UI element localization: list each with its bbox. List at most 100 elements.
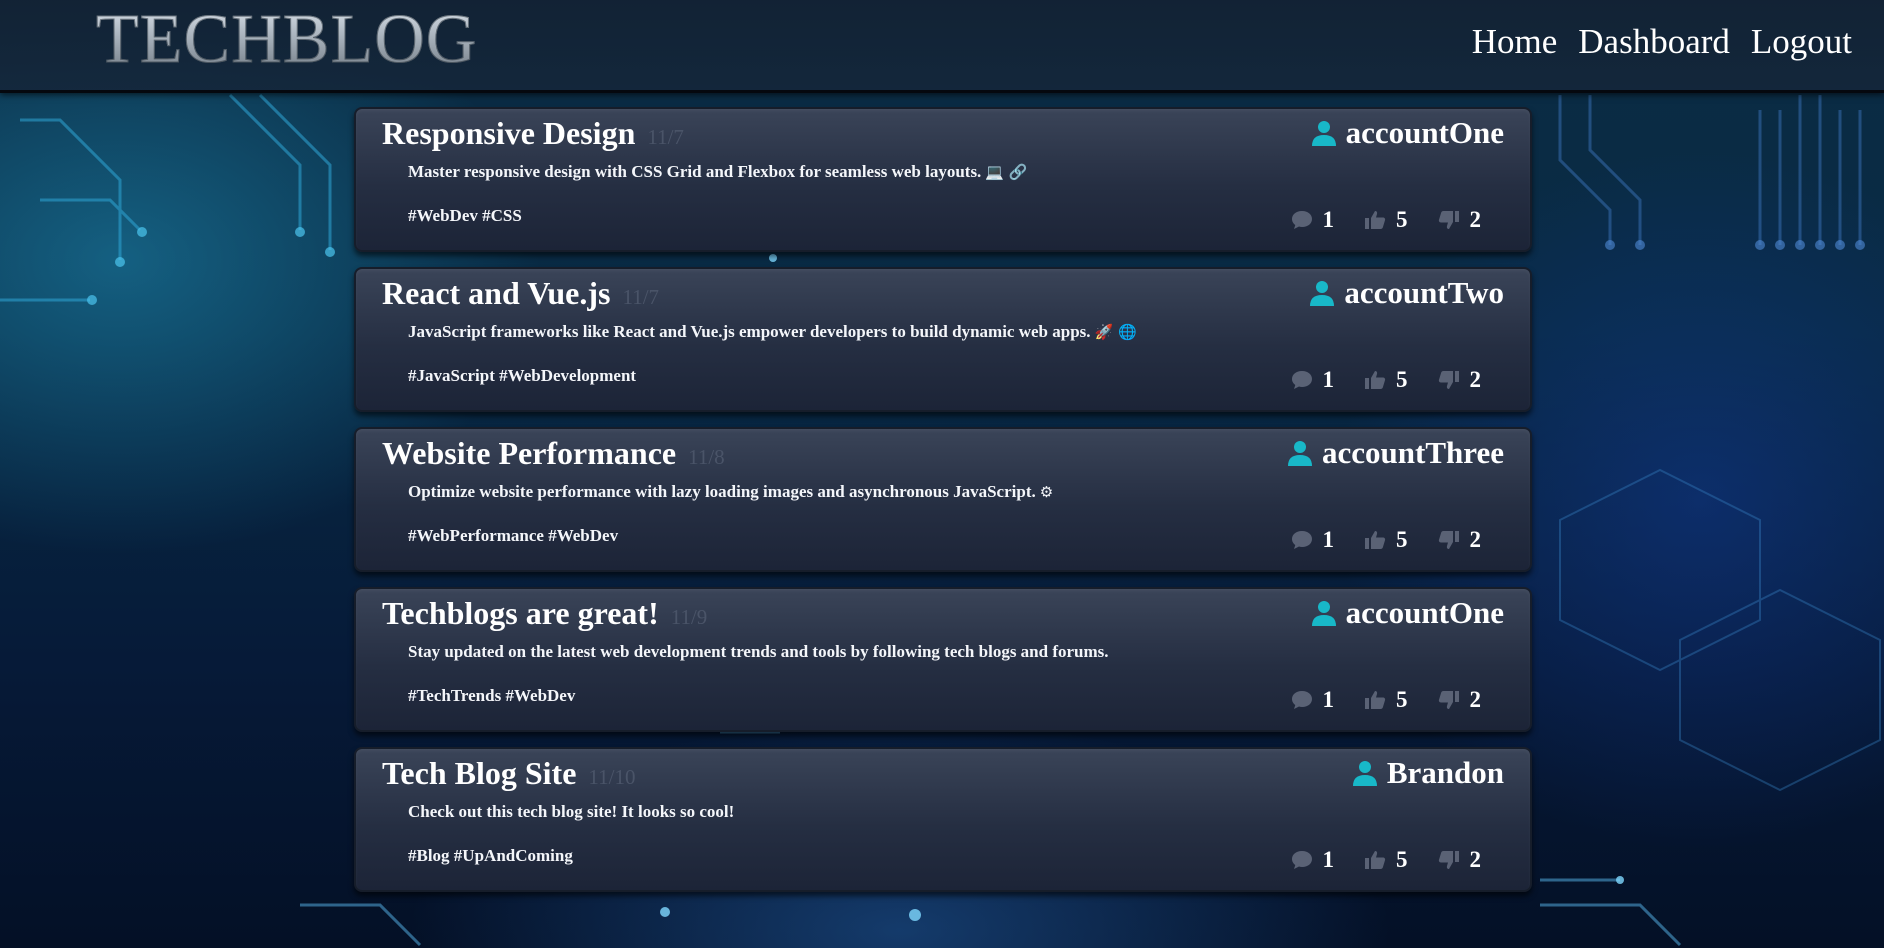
thumbs-down-icon [1438, 211, 1459, 229]
site-header: TECHBLOG Home Dashboard Logout [0, 0, 1884, 93]
nav-dashboard-link[interactable]: Dashboard [1578, 22, 1730, 62]
post-title[interactable]: Website Performance 11/8 [382, 433, 725, 477]
post-tags: #WebDev #CSS [408, 206, 522, 225]
thumbs-up-icon [1365, 371, 1386, 389]
post-card[interactable]: Tech Blog Site 11/10 Brandon Check out th… [354, 747, 1532, 892]
dislike-count: 2 [1469, 527, 1482, 552]
user-icon [1311, 601, 1336, 626]
like-count: 5 [1396, 207, 1408, 232]
thumbs-up-icon [1365, 531, 1386, 549]
post-body: Master responsive design with CSS Grid a… [408, 161, 1027, 183]
post-tags: #TechTrends #WebDev [408, 686, 576, 705]
like-stat[interactable]: 5 [1364, 687, 1408, 713]
like-stat[interactable]: 5 [1364, 207, 1408, 233]
post-stats: 1 5 2 [1291, 527, 1482, 553]
post-title[interactable]: Responsive Design 11/7 [382, 113, 684, 157]
post-title-text[interactable]: Responsive Design [382, 115, 635, 151]
post-title[interactable]: Tech Blog Site 11/10 [382, 753, 635, 797]
comment-count: 1 [1322, 527, 1335, 552]
post-author[interactable]: accountTwo [1310, 273, 1504, 313]
post-body-text: Optimize website performance with lazy l… [408, 482, 1036, 501]
like-stat[interactable]: 5 [1364, 527, 1408, 553]
post-author-name: accountOne [1345, 115, 1504, 150]
dislike-count: 2 [1469, 847, 1482, 872]
nav-logout-link[interactable]: Logout [1751, 22, 1852, 62]
post-body-text: Stay updated on the latest web developme… [408, 642, 1109, 661]
post-tags: #Blog #UpAndComing [408, 846, 573, 865]
like-stat[interactable]: 5 [1364, 847, 1408, 873]
thumbs-up-icon [1365, 211, 1386, 229]
post-body-emoji: ⚙ [1039, 483, 1054, 501]
dislike-stat[interactable]: 2 [1438, 367, 1482, 393]
nav-home-link[interactable]: Home [1472, 22, 1558, 62]
dislike-count: 2 [1469, 687, 1482, 712]
dislike-stat[interactable]: 2 [1438, 207, 1482, 233]
post-author-name: accountOne [1345, 595, 1504, 630]
post-date: 11/9 [670, 605, 708, 629]
like-count: 5 [1396, 687, 1408, 712]
dislike-count: 2 [1469, 367, 1482, 392]
comment-icon [1291, 531, 1312, 549]
post-body: JavaScript frameworks like React and Vue… [408, 321, 1137, 343]
comment-stat[interactable]: 1 [1291, 367, 1335, 393]
post-body-emoji: 💻 🔗 [985, 163, 1028, 181]
post-tags: #WebPerformance #WebDev [408, 526, 619, 545]
post-card[interactable]: Techblogs are great! 11/9 accountOne Stay… [354, 587, 1532, 732]
post-body-text: Master responsive design with CSS Grid a… [408, 162, 982, 181]
post-title[interactable]: React and Vue.js 11/7 [382, 273, 659, 317]
post-stats: 1 5 2 [1291, 847, 1482, 873]
site-logo[interactable]: TECHBLOG [95, 1, 477, 78]
comment-count: 1 [1322, 687, 1335, 712]
post-stats: 1 5 2 [1291, 367, 1482, 393]
comment-count: 1 [1322, 367, 1335, 392]
comment-stat[interactable]: 1 [1291, 207, 1335, 233]
like-count: 5 [1396, 367, 1408, 392]
post-title-text[interactable]: Tech Blog Site [382, 755, 576, 791]
user-icon [1288, 441, 1313, 466]
post-author-name: accountTwo [1344, 275, 1504, 310]
post-date: 11/10 [588, 765, 636, 789]
post-card[interactable]: Website Performance 11/8 accountThree Opt… [354, 427, 1532, 572]
thumbs-down-icon [1438, 691, 1459, 709]
comment-icon [1291, 851, 1312, 869]
dislike-stat[interactable]: 2 [1438, 527, 1482, 553]
post-card[interactable]: React and Vue.js 11/7 accountTwo JavaScri… [354, 267, 1532, 412]
post-author[interactable]: accountThree [1288, 433, 1504, 473]
dislike-stat[interactable]: 2 [1438, 847, 1482, 873]
post-body: Stay updated on the latest web developme… [408, 641, 1113, 663]
post-author[interactable]: Brandon [1352, 753, 1504, 793]
comment-icon [1291, 371, 1312, 389]
thumbs-down-icon [1438, 851, 1459, 869]
post-list: Responsive Design 11/7 accountOne Master … [354, 107, 1532, 907]
post-date: 11/7 [622, 285, 660, 309]
post-stats: 1 5 2 [1291, 687, 1482, 713]
comment-stat[interactable]: 1 [1291, 847, 1334, 873]
comment-icon [1291, 211, 1312, 229]
comment-stat[interactable]: 1 [1291, 527, 1335, 553]
post-body-text: Check out this tech blog site! It looks … [408, 802, 735, 821]
post-title[interactable]: Techblogs are great! 11/9 [382, 593, 707, 637]
dislike-count: 2 [1469, 207, 1482, 232]
post-date: 11/7 [647, 125, 684, 149]
post-title-text[interactable]: React and Vue.js [382, 275, 610, 311]
thumbs-down-icon [1438, 371, 1459, 389]
like-stat[interactable]: 5 [1364, 367, 1408, 393]
post-author-name: accountThree [1322, 435, 1504, 470]
thumbs-up-icon [1365, 691, 1386, 709]
comment-count: 1 [1322, 207, 1335, 232]
user-icon [1352, 761, 1377, 786]
main-nav: Home Dashboard Logout [1472, 22, 1852, 62]
post-title-text[interactable]: Website Performance [382, 435, 676, 471]
post-author[interactable]: accountOne [1311, 113, 1504, 153]
thumbs-down-icon [1438, 531, 1459, 549]
post-author[interactable]: accountOne [1311, 593, 1504, 633]
post-author-name: Brandon [1386, 755, 1504, 790]
post-stats: 1 5 2 [1291, 207, 1482, 233]
comment-stat[interactable]: 1 [1291, 687, 1335, 713]
post-card[interactable]: Responsive Design 11/7 accountOne Master … [354, 107, 1532, 252]
post-title-text[interactable]: Techblogs are great! [382, 595, 659, 631]
post-body: Optimize website performance with lazy l… [408, 481, 1053, 503]
dislike-stat[interactable]: 2 [1438, 687, 1482, 713]
post-body: Check out this tech blog site! It looks … [408, 801, 738, 823]
post-body-text: JavaScript frameworks like React and Vue… [408, 322, 1091, 341]
